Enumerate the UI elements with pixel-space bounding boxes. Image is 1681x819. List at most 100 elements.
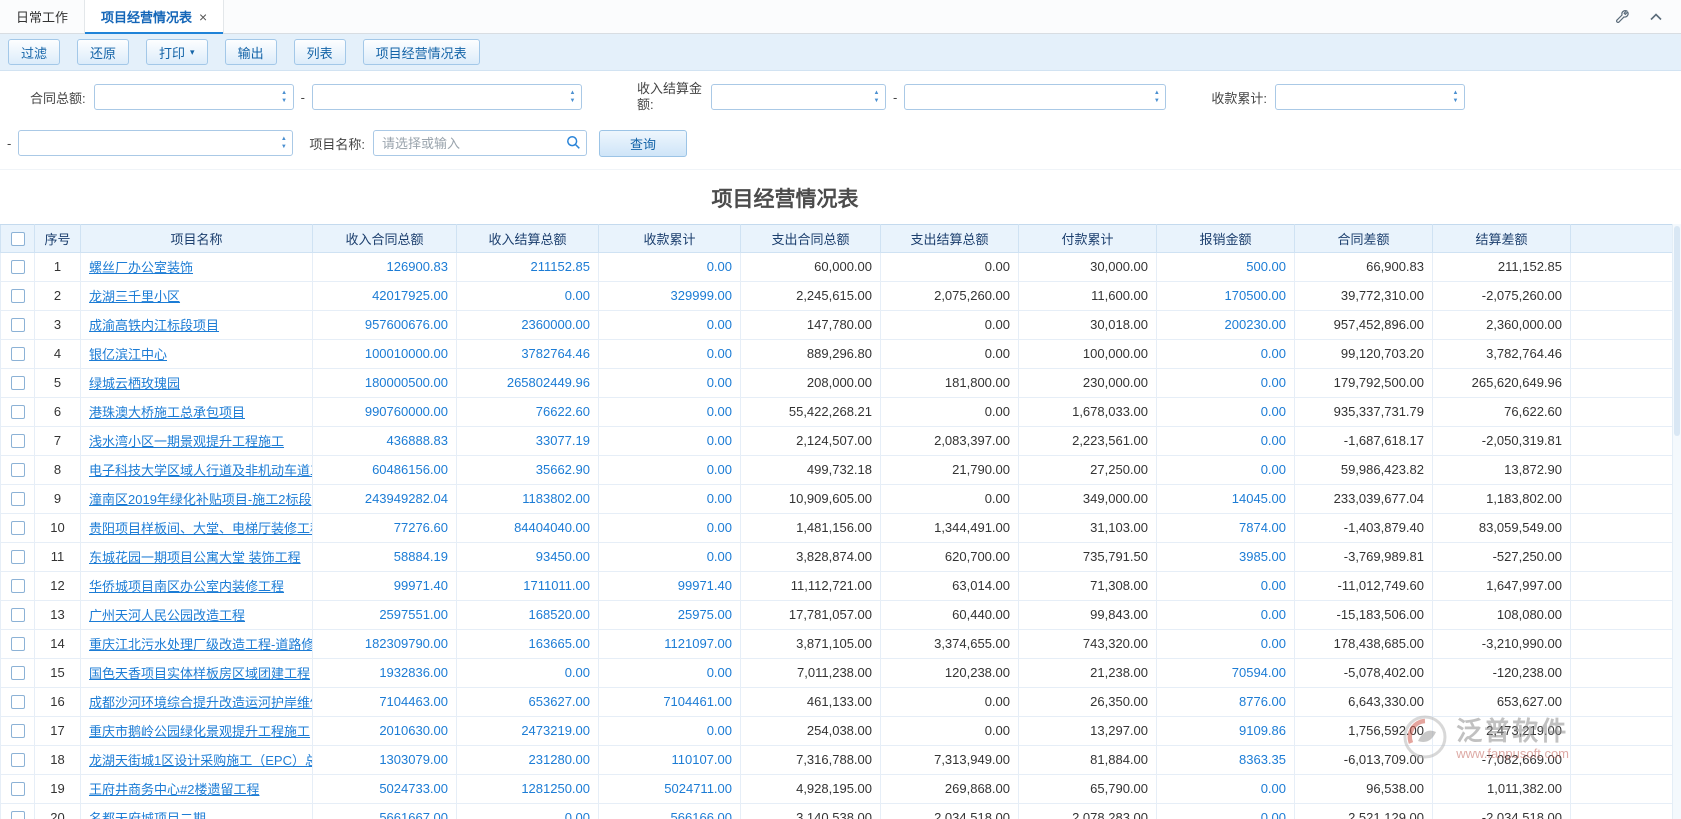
income-settle-max-input[interactable] xyxy=(904,84,1167,111)
cell-income_contract_total[interactable]: 100010000.00 xyxy=(312,338,457,369)
cell-income_settle_total[interactable]: 163665.00 xyxy=(456,628,599,659)
cell-name[interactable]: 螺丝厂办公室装饰 xyxy=(80,251,313,282)
scrollbar-thumb[interactable] xyxy=(1674,225,1680,436)
cell-receipt_total[interactable]: 0.00 xyxy=(598,483,741,514)
cell-name[interactable]: 东城花园一期项目公寓大堂 装饰工程 xyxy=(80,541,313,572)
cell-name[interactable]: 重庆江北污水处理厂级改造工程-道路修复 xyxy=(80,628,313,659)
cell-income_settle_total[interactable]: 231280.00 xyxy=(456,744,599,775)
list-button[interactable]: 列表 xyxy=(293,39,346,65)
row-checkbox[interactable] xyxy=(10,434,25,449)
cell-income_contract_total[interactable]: 182309790.00 xyxy=(312,628,457,659)
restore-button[interactable]: 还原 xyxy=(77,39,130,65)
tab-project-report[interactable]: 项目经营情况表 × xyxy=(85,0,225,34)
cell-reimburse_amount[interactable]: 0.00 xyxy=(1156,425,1295,456)
spinner-arrows-icon[interactable]: ▲ ▼ xyxy=(564,85,581,109)
row-checkbox[interactable] xyxy=(10,550,25,565)
row-checkbox[interactable] xyxy=(10,492,25,507)
cell-receipt_total[interactable]: 0.00 xyxy=(598,425,741,456)
cell-income_contract_total[interactable]: 99971.40 xyxy=(312,570,457,601)
cell-receipt_total[interactable]: 0.00 xyxy=(598,338,741,369)
cell-income_contract_total[interactable]: 77276.60 xyxy=(312,512,457,543)
cell-reimburse_amount[interactable]: 7874.00 xyxy=(1156,512,1295,543)
row-checkbox[interactable] xyxy=(10,318,25,333)
spinner-arrows-icon[interactable]: ▲ ▼ xyxy=(275,131,292,155)
cell-name[interactable]: 银亿滨江中心 xyxy=(80,338,313,369)
cell-income_contract_total[interactable]: 60486156.00 xyxy=(312,454,457,485)
row-checkbox[interactable] xyxy=(10,579,25,594)
cell-reimburse_amount[interactable]: 8776.00 xyxy=(1156,686,1295,717)
close-tab-icon[interactable]: × xyxy=(199,10,207,24)
cell-income_contract_total[interactable]: 5661667.00 xyxy=(312,802,457,819)
cell-income_settle_total[interactable]: 653627.00 xyxy=(456,686,599,717)
cell-receipt_total[interactable]: 0.00 xyxy=(598,309,741,340)
cell-income_settle_total[interactable]: 84404040.00 xyxy=(456,512,599,543)
cell-name[interactable]: 潼南区2019年绿化补贴项目-施工2标段 xyxy=(80,483,313,514)
row-checkbox[interactable] xyxy=(10,811,25,819)
cell-reimburse_amount[interactable]: 200230.00 xyxy=(1156,309,1295,340)
cell-reimburse_amount[interactable]: 0.00 xyxy=(1156,367,1295,398)
row-checkbox[interactable] xyxy=(10,347,25,362)
report-name-button[interactable]: 项目经营情况表 xyxy=(362,39,480,65)
cell-receipt_total[interactable]: 110107.00 xyxy=(598,744,741,775)
cell-income_contract_total[interactable]: 2010630.00 xyxy=(312,715,457,746)
cell-name[interactable]: 名都天府城项目二期 xyxy=(80,802,313,819)
cell-reimburse_amount[interactable]: 500.00 xyxy=(1156,251,1295,282)
cell-receipt_total[interactable]: 0.00 xyxy=(598,657,741,688)
cell-income_settle_total[interactable]: 1183802.00 xyxy=(456,483,599,514)
receipt-total-max-input[interactable] xyxy=(18,130,294,156)
row-checkbox[interactable] xyxy=(10,521,25,536)
row-checkbox[interactable] xyxy=(10,695,25,710)
row-checkbox[interactable] xyxy=(10,405,25,420)
vertical-scrollbar[interactable] xyxy=(1672,223,1681,819)
cell-receipt_total[interactable]: 5024711.00 xyxy=(598,773,741,804)
cell-reimburse_amount[interactable]: 0.00 xyxy=(1156,454,1295,485)
cell-reimburse_amount[interactable]: 170500.00 xyxy=(1156,280,1295,311)
row-checkbox[interactable] xyxy=(10,376,25,391)
cell-reimburse_amount[interactable]: 0.00 xyxy=(1156,802,1295,819)
cell-name[interactable]: 电子科技大学区域人行道及非机动车道工程 xyxy=(80,454,313,485)
cell-receipt_total[interactable]: 0.00 xyxy=(598,715,741,746)
cell-name[interactable]: 王府井商务中心#2楼遗留工程 xyxy=(80,773,313,804)
cell-income_contract_total[interactable]: 5024733.00 xyxy=(312,773,457,804)
cell-reimburse_amount[interactable]: 14045.00 xyxy=(1156,483,1295,514)
select-all-checkbox[interactable] xyxy=(10,231,25,246)
contract-total-max-input[interactable] xyxy=(311,84,582,111)
cell-receipt_total[interactable]: 0.00 xyxy=(598,541,741,572)
receipt-total-min-input[interactable] xyxy=(1274,84,1465,111)
cell-receipt_total[interactable]: 566166.00 xyxy=(598,802,741,819)
cell-name[interactable]: 华侨城项目南区办公室内装修工程 xyxy=(80,570,313,601)
cell-income_settle_total[interactable]: 168520.00 xyxy=(456,599,599,630)
cell-name[interactable]: 贵阳项目样板间、大堂、电梯厅装修工程 xyxy=(80,512,313,543)
cell-name[interactable]: 成渝高铁内江标段项目 xyxy=(80,309,313,340)
cell-receipt_total[interactable]: 0.00 xyxy=(598,251,741,282)
cell-name[interactable]: 浅水湾小区一期景观提升工程施工 xyxy=(80,425,313,456)
cell-reimburse_amount[interactable]: 0.00 xyxy=(1156,773,1295,804)
cell-income_contract_total[interactable]: 42017925.00 xyxy=(312,280,457,311)
spinner-arrows-icon[interactable]: ▲ ▼ xyxy=(1148,85,1165,109)
cell-name[interactable]: 成都沙河环境综合提升改造运河护岸维修改造 xyxy=(80,686,313,717)
wrench-icon[interactable] xyxy=(1613,8,1631,26)
row-checkbox[interactable] xyxy=(10,289,25,304)
cell-income_contract_total[interactable]: 243949282.04 xyxy=(312,483,457,514)
cell-reimburse_amount[interactable]: 9109.86 xyxy=(1156,715,1295,746)
spinner-arrows-icon[interactable]: ▲ ▼ xyxy=(868,85,885,109)
cell-income_settle_total[interactable]: 2473219.00 xyxy=(456,715,599,746)
cell-reimburse_amount[interactable]: 8363.35 xyxy=(1156,744,1295,775)
cell-name[interactable]: 国色天香项目实体样板房区域团建工程 xyxy=(80,657,313,688)
cell-name[interactable]: 港珠澳大桥施工总承包项目 xyxy=(80,396,313,427)
cell-income_contract_total[interactable]: 180000500.00 xyxy=(312,367,457,398)
cell-income_settle_total[interactable]: 93450.00 xyxy=(456,541,599,572)
print-button[interactable]: 打印 ▾ xyxy=(146,39,208,65)
cell-receipt_total[interactable]: 1121097.00 xyxy=(598,628,741,659)
cell-income_contract_total[interactable]: 1932836.00 xyxy=(312,657,457,688)
collapse-up-icon[interactable] xyxy=(1647,8,1665,26)
cell-name[interactable]: 龙湖天街城1区设计采购施工（EPC）总承包 xyxy=(80,744,313,775)
cell-income_contract_total[interactable]: 990760000.00 xyxy=(312,396,457,427)
income-settle-min-input[interactable] xyxy=(710,84,886,111)
cell-reimburse_amount[interactable]: 0.00 xyxy=(1156,396,1295,427)
row-checkbox[interactable] xyxy=(10,782,25,797)
cell-receipt_total[interactable]: 7104461.00 xyxy=(598,686,741,717)
cell-income_settle_total[interactable]: 2360000.00 xyxy=(456,309,599,340)
cell-name[interactable]: 龙湖三千里小区 xyxy=(80,280,313,311)
cell-income_contract_total[interactable]: 58884.19 xyxy=(312,541,457,572)
